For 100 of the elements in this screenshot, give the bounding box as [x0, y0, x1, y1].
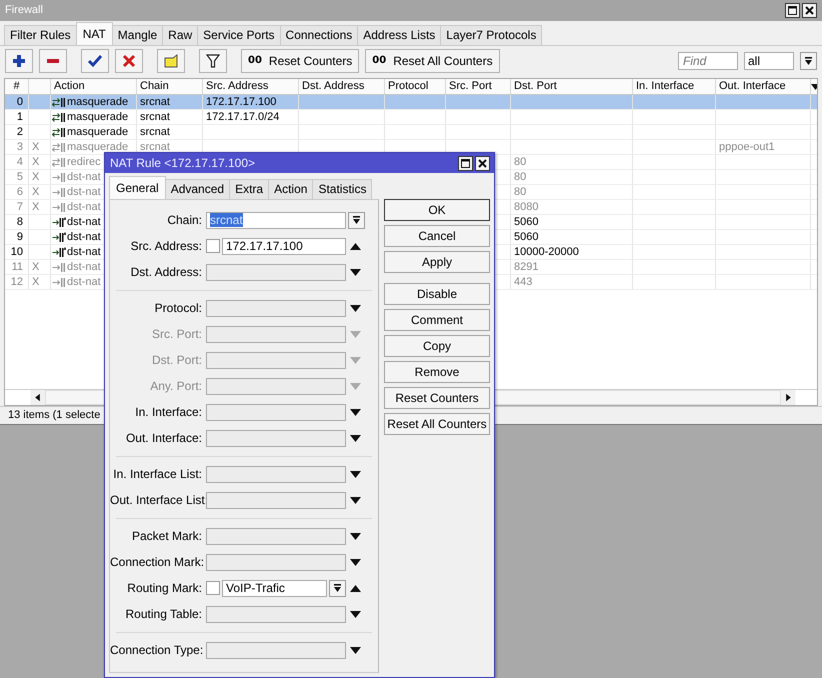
- arrow-icon: [52, 186, 66, 198]
- table-cell: 10000-20000: [514, 245, 579, 259]
- add-button[interactable]: [5, 49, 33, 73]
- tab[interactable]: Address Lists: [357, 25, 442, 45]
- column-header: Dst. Port: [511, 79, 633, 94]
- column-header: Dst. Address: [299, 79, 385, 94]
- table-cell: dst-nat: [67, 245, 101, 259]
- table-row[interactable]: 1 masquerade srcnat 172.17.17.0/24: [5, 110, 817, 125]
- dialog-button[interactable]: Apply: [384, 251, 490, 273]
- filter-button[interactable]: [199, 49, 227, 73]
- table-cell: 5060: [514, 215, 538, 229]
- input-field[interactable]: [206, 528, 346, 544]
- table-row[interactable]: 0 masquerade srcnat 172.17.17.100: [5, 95, 817, 110]
- tab[interactable]: General: [109, 176, 166, 199]
- maximize-button[interactable]: [785, 3, 800, 18]
- reset-button[interactable]: 00 Reset Counters: [241, 49, 360, 73]
- table-cell: 8291: [514, 260, 538, 274]
- expand-triangle-icon[interactable]: [350, 532, 361, 540]
- table-cell: dst-nat: [67, 185, 101, 199]
- expand-triangle-icon[interactable]: [350, 304, 361, 312]
- tab[interactable]: Action: [268, 179, 314, 199]
- input-field[interactable]: VoIP-Trafic: [222, 580, 327, 596]
- remove-button[interactable]: [39, 49, 67, 73]
- table-cell: srcnat: [140, 110, 170, 124]
- close-button[interactable]: [475, 156, 490, 170]
- dialog-button[interactable]: Cancel: [384, 225, 490, 247]
- table-row[interactable]: 2 masquerade srcnat: [5, 125, 817, 140]
- dialog-button[interactable]: Reset All Counters: [384, 413, 490, 435]
- input-field[interactable]: [206, 264, 346, 280]
- table-cell: 80: [514, 155, 526, 169]
- disable-button[interactable]: [115, 49, 143, 73]
- input-field[interactable]: [206, 430, 346, 446]
- field-label: Dst. Port:: [150, 352, 203, 368]
- dropdown-button[interactable]: [800, 52, 817, 70]
- field-label: Packet Mark:: [130, 528, 203, 544]
- tab[interactable]: Service Ports: [197, 25, 281, 45]
- reset-button[interactable]: 00 Reset All Counters: [365, 49, 500, 73]
- field-label: Routing Mark:: [126, 580, 203, 596]
- input-field[interactable]: [206, 492, 346, 508]
- input-field[interactable]: [206, 642, 346, 658]
- window-title: NAT Rule <172.17.17.100>: [110, 156, 255, 170]
- tab[interactable]: Connections: [280, 25, 358, 45]
- expand-triangle-icon[interactable]: [350, 268, 361, 276]
- tab[interactable]: Advanced: [164, 179, 230, 199]
- column-header: In. Interface: [633, 79, 716, 94]
- filter-select[interactable]: all: [744, 52, 794, 70]
- tab[interactable]: Mangle: [112, 25, 164, 45]
- dialog-button[interactable]: Reset Counters: [384, 387, 490, 409]
- arrows-icon: [52, 142, 66, 152]
- tab[interactable]: Extra: [229, 179, 270, 199]
- checkbox[interactable]: [206, 239, 220, 253]
- dialog-button[interactable]: Comment: [384, 309, 490, 331]
- input-field[interactable]: [206, 466, 346, 482]
- column-header: Action: [51, 79, 137, 94]
- cross-icon: [122, 54, 136, 68]
- table-cell: 0: [16, 95, 23, 109]
- dialog-button[interactable]: Remove: [384, 361, 490, 383]
- tab[interactable]: Statistics: [312, 179, 372, 199]
- select-field[interactable]: srcnat: [206, 212, 346, 228]
- tab[interactable]: Layer7 Protocols: [440, 25, 542, 45]
- dropdown-button[interactable]: [329, 580, 346, 596]
- tab[interactable]: Filter Rules: [4, 25, 77, 45]
- expand-triangle-icon[interactable]: [350, 470, 361, 478]
- collapse-triangle-icon[interactable]: [350, 584, 361, 592]
- maximize-button[interactable]: [458, 156, 473, 170]
- input-field[interactable]: 172.17.17.100: [222, 238, 346, 254]
- search-field[interactable]: Find: [678, 52, 738, 70]
- table-cell: dst-nat: [67, 215, 101, 229]
- dialog-button[interactable]: Disable: [384, 283, 490, 305]
- expand-triangle-icon[interactable]: [350, 558, 361, 566]
- collapse-triangle-icon[interactable]: [350, 242, 361, 250]
- checkbox[interactable]: [206, 581, 220, 595]
- input-field[interactable]: [206, 606, 346, 622]
- table-cell: masquerade: [67, 110, 128, 124]
- comment-button[interactable]: [157, 49, 185, 73]
- input-field[interactable]: [206, 554, 346, 570]
- table-cell: 5: [16, 170, 23, 184]
- field-label: In. Interface:: [134, 404, 203, 420]
- column-header: Src. Address: [203, 79, 299, 94]
- input-field[interactable]: [206, 300, 346, 316]
- table-cell: dst-nat: [67, 275, 101, 289]
- table-cell: 3: [16, 140, 23, 154]
- expand-triangle-icon[interactable]: [350, 408, 361, 416]
- dropdown-button[interactable]: [348, 212, 365, 228]
- arrow-icon: [52, 262, 66, 272]
- expand-triangle-icon[interactable]: [350, 434, 361, 442]
- arrow-icon: [52, 202, 66, 212]
- tab[interactable]: NAT: [76, 22, 113, 45]
- enable-button[interactable]: [81, 49, 109, 73]
- expand-triangle-icon[interactable]: [350, 496, 361, 504]
- expand-triangle-icon[interactable]: [350, 610, 361, 618]
- input-field[interactable]: [206, 404, 346, 420]
- table-cell: masquerade: [67, 140, 128, 154]
- close-button[interactable]: [802, 3, 817, 18]
- table-cell: 172.17.17.100: [206, 95, 276, 109]
- dialog-button[interactable]: Copy: [384, 335, 490, 357]
- dialog-button[interactable]: OK: [384, 199, 490, 221]
- table-cell: 443: [514, 275, 532, 289]
- expand-triangle-icon[interactable]: [350, 646, 361, 654]
- tab[interactable]: Raw: [162, 25, 198, 45]
